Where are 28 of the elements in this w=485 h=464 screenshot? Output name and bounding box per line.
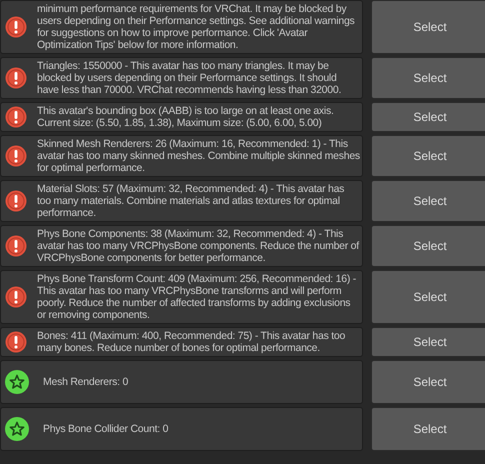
select-button[interactable]: Select <box>371 327 485 357</box>
message-text: Mesh Renderers: 0 <box>42 376 128 388</box>
error-icon <box>5 331 27 353</box>
message-text: Phys Bone Transform Count: 409 (Maximum: 256, Recommended: 16) - This avatar has too many VRCPhysBone transforms and will perform poorly. Reduce the number of affected transforms by adding exclusions or removing components. <box>36 273 357 321</box>
error-icon <box>5 106 27 128</box>
select-button[interactable]: Select <box>371 270 485 324</box>
error-icon <box>5 235 27 257</box>
select-button[interactable]: Select <box>371 225 485 267</box>
select-button[interactable]: Select <box>371 102 485 132</box>
message-text: Triangles: 1550000 - This avatar has too many triangles. It may be blocked by users depending on their Performance settings. It should have less than 70000. VRChat recommends having less than 32000. <box>36 60 342 96</box>
message-text: Phys Bone Components: 38 (Maximum: 32, Recommended: 4) - This avatar has too many VRCPhysBone components. Reduce the number of VRCPhysBone components for better performance. <box>36 228 360 264</box>
message-text: Phys Bone Collider Count: 0 <box>42 423 168 435</box>
select-button[interactable]: Select <box>371 360 485 404</box>
select-button[interactable]: Select <box>371 407 485 451</box>
message-text: minimum performance requirements for VRChat. It may be blocked by users depending on their Performance settings. See additional warnings for suggestions on how to improve performance. Click 'Avatar Optimization Tips' below for more information. <box>36 3 356 51</box>
message-text: Bones: 411 (Maximum: 400, Recommended: 75) - This avatar has too many bones. Reduce number of bones for optimal performance. <box>36 330 346 354</box>
error-icon <box>5 67 27 89</box>
select-button[interactable]: Select <box>371 135 485 177</box>
error-icon <box>5 286 27 308</box>
error-icon <box>5 145 27 167</box>
select-button[interactable]: Select <box>371 180 485 222</box>
error-icon <box>5 16 27 38</box>
message-text: Skinned Mesh Renderers: 26 (Maximum: 16, Recommended: 1) - This avatar has too many skinned meshes. Combine multiple skinned meshes for optimal performance. <box>36 138 360 174</box>
select-button[interactable]: Select <box>371 0 485 54</box>
error-icon <box>5 190 27 212</box>
message-text: Material Slots: 57 (Maximum: 32, Recommended: 4) - This avatar has too many materials. Combine materials and atlas textures for optimal performance. <box>36 183 346 219</box>
message-text: This avatar's bounding box (AABB) is too large on at least one axis. Current size: (5.50, 1.85, 1.38), Maximum size: (5.00, 6.00, 5.00) <box>36 105 335 129</box>
select-button[interactable]: Select <box>371 57 485 99</box>
